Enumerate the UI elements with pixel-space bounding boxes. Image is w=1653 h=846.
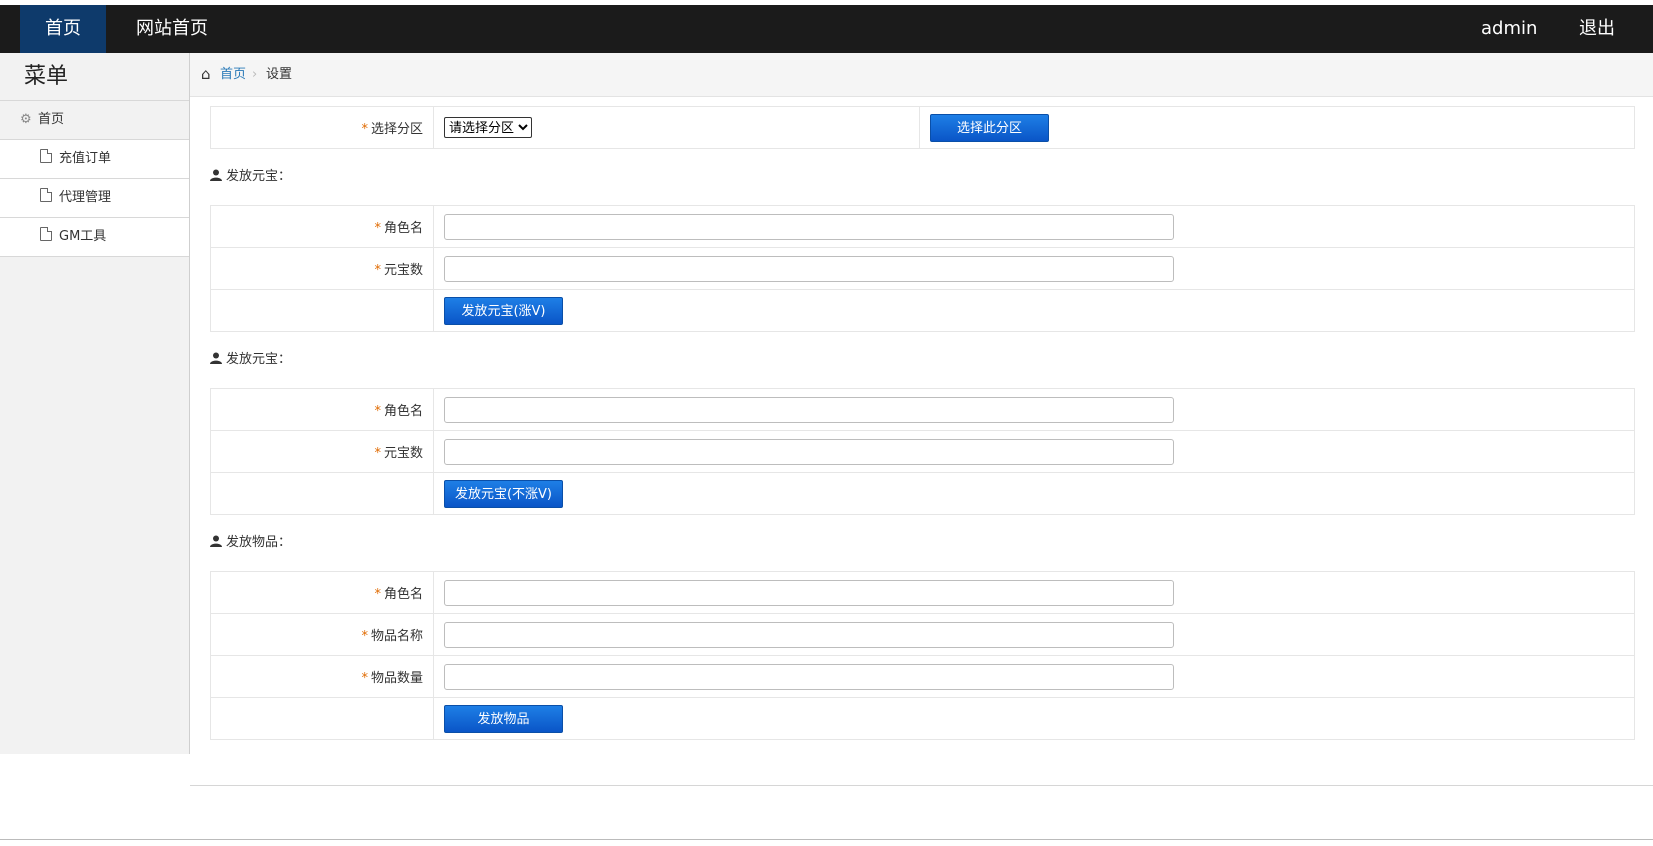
field-label: 角色名 [383,404,423,419]
zone-button-cell: 选择此分区 [919,106,1635,149]
table-row: * 角色名 [210,205,1635,248]
nav-site-home-link[interactable]: 网站首页 [136,5,208,53]
field-label: 元宝数 [383,263,423,278]
item-name-input[interactable] [444,621,1174,648]
table-row: 发放元宝(涨V) [210,289,1635,332]
logout-link[interactable]: 退出 [1579,5,1615,53]
field-label: 角色名 [383,221,423,236]
table-row: * 物品名称 [210,613,1635,656]
section-title: 发放元宝： [210,149,1635,205]
document-icon [40,149,52,163]
item-quantity-input[interactable] [444,663,1174,690]
zone-select[interactable]: 请选择分区 [444,117,532,138]
sidebar-item-gm-tools[interactable]: GM工具 [0,218,189,257]
send-item-button[interactable]: 发放物品 [444,704,563,733]
sidebar-item-label: 充值订单 [59,151,112,166]
user-icon [210,169,222,181]
user-icon [210,352,222,364]
ingot-form-vip: * 角色名 * 元宝数 发放元宝(涨V) [210,205,1635,332]
table-row: * 元宝数 [210,430,1635,473]
role-name-input[interactable] [444,396,1174,423]
window-bottom-edge [0,839,1653,840]
role-name-input[interactable] [444,213,1174,240]
zone-form: * 选择分区 请选择分区 选择此分区 [210,106,1635,149]
nav-home-tab[interactable]: 首页 [20,5,106,53]
section-title: 发放物品： [210,515,1635,571]
menu-title: 菜单 [0,53,189,101]
sidebar-item-label: 首页 [38,112,65,127]
section-title: 发放元宝： [210,332,1635,388]
table-row: 发放物品 [210,697,1635,740]
field-label: 角色名 [383,587,423,602]
main-content: * 选择分区 请选择分区 选择此分区 发放元宝： * 角色名 * 元宝数 发放元宝(涨… [210,106,1635,740]
ingot-form-no-vip: * 角色名 * 元宝数 发放元宝(不涨V) [210,388,1635,515]
table-row: * 选择分区 请选择分区 选择此分区 [210,106,1635,149]
sidebar-item-label: GM工具 [59,229,107,244]
zone-label-cell: * 选择分区 [210,106,434,149]
table-row: * 角色名 [210,388,1635,431]
zone-select-cell: 请选择分区 [433,106,920,149]
sidebar: 菜单 ⚙ 首页 充值订单 代理管理 GM工具 [0,53,190,754]
home-icon: ⌂ [201,65,211,83]
send-ingot-no-vip-button[interactable]: 发放元宝(不涨V) [444,479,563,508]
document-icon [40,227,52,241]
user-name-link[interactable]: admin [1481,5,1537,53]
field-label: 物品名称 [370,629,423,644]
select-zone-button[interactable]: 选择此分区 [930,113,1049,142]
sidebar-item-label: 代理管理 [59,190,112,205]
send-ingot-vip-button[interactable]: 发放元宝(涨V) [444,296,563,325]
item-form: * 角色名 * 物品名称 * 物品数量 发放物品 [210,571,1635,740]
document-icon [40,188,52,202]
footer-divider [190,785,1653,786]
top-navbar: 首页 网站首页 admin 退出 [0,5,1653,53]
gear-icon: ⚙ [20,112,32,127]
ingot-amount-input[interactable] [444,255,1174,282]
breadcrumb-home-link[interactable]: 首页 [220,53,246,96]
role-name-input[interactable] [444,579,1174,606]
breadcrumb-current: 设置 [266,67,293,82]
chevron-right-icon: › [252,67,258,82]
sidebar-item-agent-management[interactable]: 代理管理 [0,179,189,218]
table-row: * 元宝数 [210,247,1635,290]
table-row: 发放元宝(不涨V) [210,472,1635,515]
breadcrumb: ⌂ 首页 › 设置 [190,53,1653,97]
field-label: 物品数量 [370,671,423,686]
user-icon [210,535,222,547]
sidebar-item-home[interactable]: ⚙ 首页 [0,101,189,140]
table-row: * 角色名 [210,571,1635,614]
sidebar-item-recharge-orders[interactable]: 充值订单 [0,140,189,179]
table-row: * 物品数量 [210,655,1635,698]
zone-label: 选择分区 [370,122,423,137]
field-label: 元宝数 [383,446,423,461]
ingot-amount-input[interactable] [444,438,1174,465]
